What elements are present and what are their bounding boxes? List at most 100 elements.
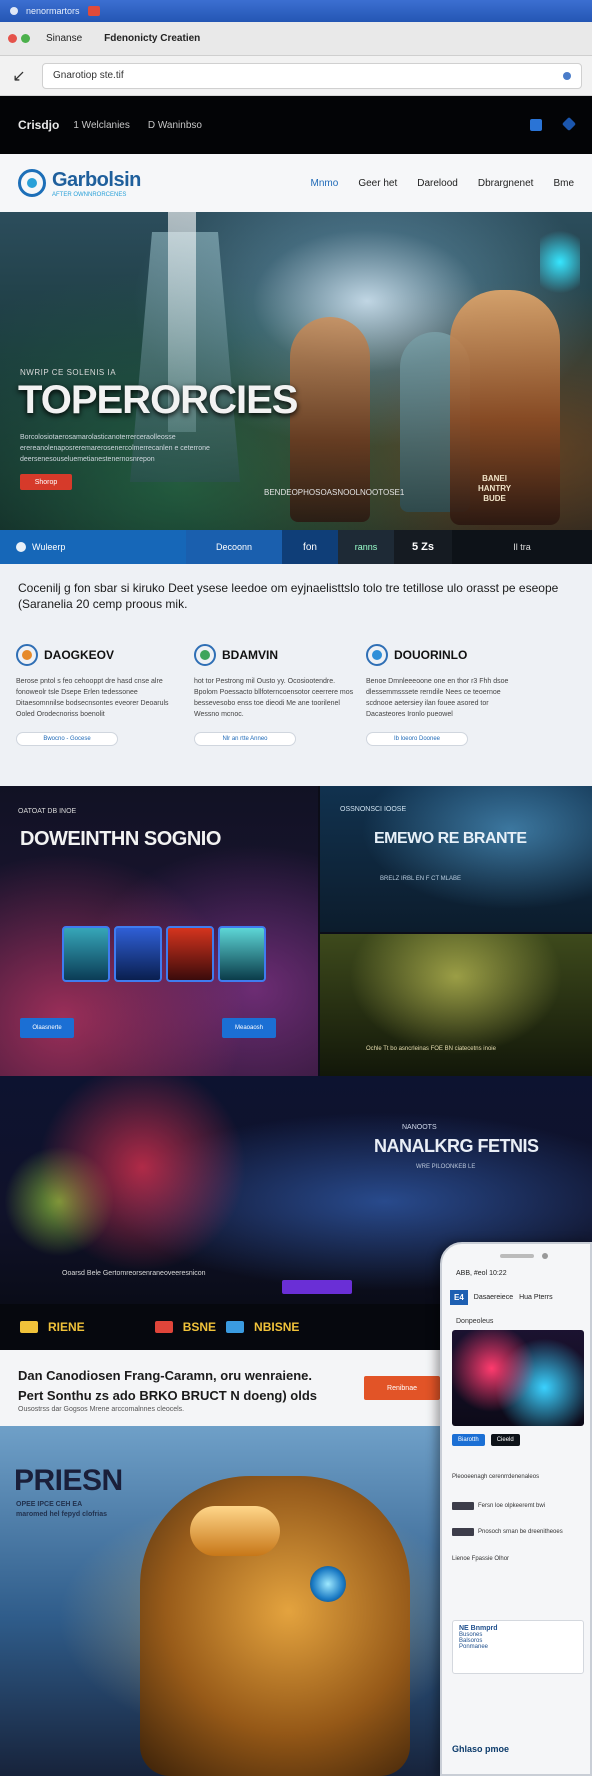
main-nav: Mnmo Geer het Darelood Dbrargnenet Bme: [311, 178, 574, 189]
window-icon: [10, 7, 18, 15]
robot-visor-art: [190, 1506, 280, 1556]
partner-logo-icon: [154, 1321, 173, 1333]
phone-primary-button[interactable]: Biarotth: [452, 1434, 485, 1446]
nav-item-3[interactable]: Darelood: [417, 178, 458, 189]
showcase-kicker: NANOOTS: [402, 1124, 437, 1131]
character-subtitle: OPEE IPCE CEH EA maromed hel fepyd clofr…: [16, 1501, 108, 1518]
gallery-bottom-right[interactable]: Ochle Tt bo asncrleinas FOE BN ciatecetn…: [320, 934, 592, 1076]
phone-list-text: Lienoe Fpassie Olhor: [452, 1556, 510, 1562]
feature-2-button[interactable]: Nlr an rtte Anneo: [194, 732, 296, 746]
feature-3-button[interactable]: Ib loeoro Doonee: [366, 732, 468, 746]
features-section: Cocenilj g fon sbar si kiruko Deet ysese…: [0, 564, 592, 786]
gallery-left-kicker: OATOAT DB INOE: [18, 808, 77, 815]
topbar-brand[interactable]: Crisdjo: [18, 118, 59, 132]
feature-2-icon: [194, 644, 216, 666]
feature-card-3: DOUORINLO Benoe Dmnleeeoone one en thor …: [366, 644, 526, 746]
character-card[interactable]: [166, 926, 214, 982]
hero-sign: BANEI HANTRY BUDE: [478, 474, 512, 503]
window-controls: [8, 34, 30, 43]
promo-headline-1: Dan Canodiosen Frang-Caramn, oru wenraie…: [18, 1368, 312, 1383]
nav-item-2[interactable]: Geer het: [358, 178, 397, 189]
phone-section-label: Donpeoleus: [456, 1318, 494, 1325]
logo-icon[interactable]: [18, 169, 46, 197]
nav-item-4[interactable]: Dbrargnenet: [478, 178, 534, 189]
gallery-rt-kicker: OSSNONSCI IOOSE: [340, 806, 407, 813]
phone-list-item[interactable]: Lienoe Fpassie Olhor: [452, 1556, 584, 1562]
gallery-section: OATOAT DB INOE DOWEINTHN SOGNIO Olaasner…: [0, 786, 592, 1076]
phone-header: E4 Dasaereiece Hua Pterrs: [450, 1284, 586, 1310]
maximize-window-icon[interactable]: [21, 34, 30, 43]
address-bar[interactable]: Gnarotiop ste.tif: [42, 62, 582, 89]
phone-list-item[interactable]: Fersn loe olpkeeremt bwi: [452, 1502, 584, 1510]
phone-list-item[interactable]: Pleooeenagh cerenrrdenenaleos: [452, 1474, 584, 1480]
partner-logo-1[interactable]: RIENE: [48, 1320, 85, 1334]
showcase-button[interactable]: [282, 1280, 352, 1294]
gallery-rb-caption: Ochle Tt bo asncrleinas FOE BN ciatecetn…: [366, 1046, 496, 1052]
topbar-crumb-2[interactable]: D Waninbso: [148, 120, 202, 131]
character-cards: [62, 926, 266, 982]
logo-name: Garbolsin: [52, 168, 141, 191]
tab-2[interactable]: Decoonn: [186, 530, 282, 564]
topbar-crumb[interactable]: 1 Welclanies: [73, 120, 130, 131]
feature-3-icon: [366, 644, 388, 666]
browser-tab-1[interactable]: Sinanse: [40, 29, 88, 48]
phone-info-card[interactable]: NE Bnmprd Busones Balsoros Ponmanee: [452, 1620, 584, 1674]
phone-bottom-label: Ghlaso pmoe: [452, 1744, 510, 1754]
phone-hero-image[interactable]: [452, 1330, 584, 1426]
hero-cta-button[interactable]: Shorop: [20, 474, 72, 490]
partner-logo-icon: [226, 1321, 245, 1333]
gallery-left-button-1[interactable]: Olaasnerte: [20, 1018, 74, 1038]
hero-glow: [540, 222, 580, 302]
account-icon[interactable]: [530, 119, 542, 131]
nav-item-5[interactable]: Bme: [553, 178, 574, 189]
gallery-top-right[interactable]: OSSNONSCI IOOSE EMEWO RE BRANTE BRELZ IR…: [320, 786, 592, 932]
gallery-rt-title: EMEWO RE BRANTE: [374, 830, 527, 847]
phone-tab-2[interactable]: Hua Pterrs: [519, 1294, 552, 1301]
close-window-icon[interactable]: [8, 34, 17, 43]
partner-logo-3[interactable]: NBISNE: [254, 1320, 299, 1334]
hero-description: Borcolosiotaerosamarolasticanoterrercera…: [20, 434, 210, 463]
page: nenormartors Sinanse Fdenonicty Creatien…: [0, 0, 592, 1776]
logo[interactable]: Garbolsin after ownnrorcenes: [52, 169, 141, 198]
mobile-mockup: ABB, #eol 10:22 E4 Dasaereiece Hua Pterr…: [440, 1242, 592, 1776]
character-card[interactable]: [114, 926, 162, 982]
feature-card-1: DAOGKEOV Berose pntol s feo cehooppt dre…: [16, 644, 176, 746]
site-header: Garbolsin after ownnrorcenes Mnmo Geer h…: [0, 154, 592, 212]
phone-card-line-3: Ponmanee: [459, 1644, 489, 1650]
address-text: Gnarotiop ste.tif: [53, 70, 124, 81]
feature-1-button[interactable]: Bwocno - Gocese: [16, 732, 118, 746]
phone-list-text: Pleooeenagh cerenrrdenenaleos: [452, 1474, 540, 1480]
feature-1-icon: [16, 644, 38, 666]
tab-1-label: Wuleerp: [32, 542, 66, 552]
partner-logo-2[interactable]: BSNE: [183, 1320, 216, 1334]
phone-card-title: NE Bnmprd: [459, 1625, 498, 1632]
site-info-icon[interactable]: [563, 71, 571, 80]
phone-list-item[interactable]: Pnosoch srnan be dreenitheoes: [452, 1528, 584, 1536]
tab-4[interactable]: ranns: [338, 530, 394, 564]
showcase-title: NANALKRG FETNIS: [374, 1136, 539, 1156]
browser-tab-2[interactable]: Fdenonicty Creatien: [98, 29, 206, 48]
app-icon: [87, 6, 100, 16]
tab-3[interactable]: fon: [282, 530, 338, 564]
share-icon[interactable]: [561, 116, 577, 132]
feature-2-title: BDAMVIN: [222, 648, 278, 662]
browser-address-row: ↙ Gnarotiop ste.tif: [0, 56, 592, 96]
showcase-caption: Ooarsd Bele Gertomreorsenraneoveeresnico…: [62, 1270, 206, 1277]
nav-item-1[interactable]: Mnmo: [311, 178, 339, 189]
phone-list-thumb: [452, 1528, 474, 1536]
tab-1[interactable]: Wuleerp: [0, 530, 186, 564]
phone-brand[interactable]: E4: [450, 1289, 468, 1305]
phone-camera: [542, 1253, 548, 1259]
gallery-left-button-2[interactable]: Meaoaosh: [222, 1018, 276, 1038]
tab-5[interactable]: 5 Zs: [394, 530, 452, 564]
tab-6[interactable]: Il tra: [452, 530, 592, 564]
promo-cta-button[interactable]: Renibnae: [364, 1376, 440, 1400]
phone-tab-1[interactable]: Dasaereiece: [474, 1294, 513, 1301]
hero-kicker: NWRIP CE SOLENIS IA: [20, 368, 117, 377]
character-card[interactable]: [218, 926, 266, 982]
back-arrow-icon[interactable]: ↙: [10, 66, 28, 86]
gallery-feature-left: OATOAT DB INOE DOWEINTHN SOGNIO Olaasner…: [0, 786, 318, 1076]
feature-3-desc: Benoe Dmnleeeoone one en thor r3 Fhh dso…: [366, 678, 509, 718]
character-card[interactable]: [62, 926, 110, 982]
phone-secondary-button[interactable]: Cieeld: [490, 1434, 520, 1446]
